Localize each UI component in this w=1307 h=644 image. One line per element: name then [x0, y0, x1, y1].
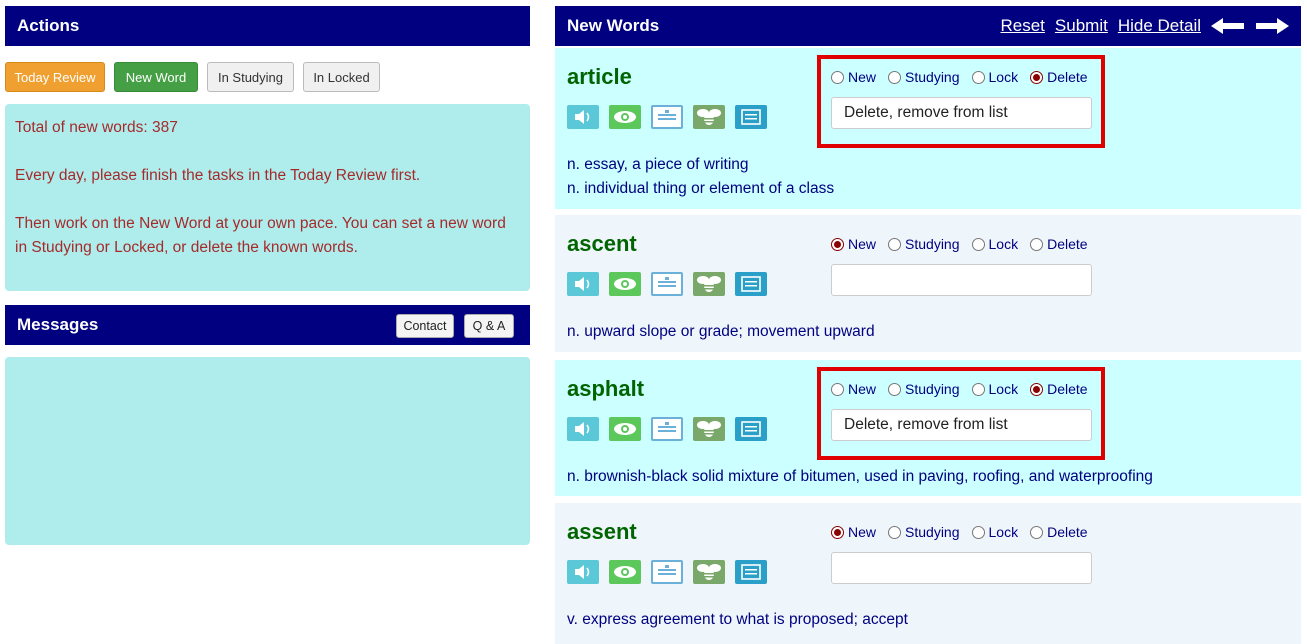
radio-circle[interactable] — [971, 525, 985, 539]
speaker-icon[interactable] — [567, 560, 599, 584]
bee-icon[interactable] — [693, 417, 725, 441]
word-card: asphalt New Studying Lock Delete Delete, remo… — [555, 360, 1301, 496]
note-input[interactable] — [831, 552, 1092, 584]
bee-icon[interactable] — [693, 272, 725, 296]
radio-circle[interactable] — [831, 525, 844, 539]
info-panel: Total of new words: 387 Every day, pleas… — [5, 104, 530, 291]
eye-icon[interactable] — [609, 272, 641, 296]
card-icon[interactable] — [651, 417, 683, 441]
radio-circle[interactable] — [971, 237, 985, 251]
contact-button[interactable]: Contact — [396, 314, 454, 338]
word-card: article New Studying Lock Delete Delete, remo… — [555, 48, 1301, 209]
definition-text: n. essay, a piece of writing — [567, 156, 749, 173]
qa-button[interactable]: Q & A — [464, 314, 514, 338]
word-title[interactable]: assent — [567, 519, 637, 545]
status-radio-lock[interactable]: Lock — [971, 524, 1019, 540]
arrow-left-icon[interactable] — [1211, 16, 1245, 36]
speaker-icon[interactable] — [567, 105, 599, 129]
today-review-button[interactable]: Today Review — [5, 62, 105, 92]
in-locked-button[interactable]: In Locked — [303, 62, 380, 92]
definition-text: n. upward slope or grade; movement upwar… — [567, 323, 875, 340]
status-label: New — [848, 524, 877, 540]
book-icon[interactable] — [735, 272, 767, 296]
radio-circle[interactable] — [831, 237, 844, 251]
radio-circle[interactable] — [888, 237, 902, 251]
word-title[interactable]: asphalt — [567, 376, 644, 402]
book-icon[interactable] — [735, 417, 767, 441]
note-input[interactable] — [831, 264, 1092, 296]
bee-icon[interactable] — [693, 105, 725, 129]
speaker-icon[interactable] — [567, 417, 599, 441]
new-words-header: New Words Reset Submit Hide Detail — [555, 6, 1301, 46]
new-word-button[interactable]: New Word — [114, 62, 198, 92]
actions-header: Actions — [5, 6, 530, 46]
status-radio-lock[interactable]: Lock — [971, 236, 1019, 252]
status-radio-new[interactable]: New — [831, 236, 876, 252]
word-card: assent New Studying Lock Delete v. express ag… — [555, 503, 1301, 644]
status-radio-new[interactable]: New — [831, 524, 876, 540]
status-radio-delete[interactable]: Delete — [1030, 524, 1088, 540]
status-radio-studying[interactable]: Studying — [888, 236, 960, 252]
definition-text: n. individual thing or element of a clas… — [567, 180, 835, 197]
book-icon[interactable] — [735, 105, 767, 129]
card-icon[interactable] — [651, 105, 683, 129]
speaker-icon[interactable] — [567, 272, 599, 296]
instruction-text-1: Every day, please finish the tasks in th… — [15, 167, 421, 184]
reset-link[interactable]: Reset — [1001, 16, 1045, 36]
status-radio-delete[interactable]: Delete — [1030, 236, 1088, 252]
radio-circle[interactable] — [888, 525, 902, 539]
card-icon[interactable] — [651, 560, 683, 584]
radio-circle[interactable] — [1030, 525, 1044, 539]
word-card: ascent New Studying Lock Delete n. upward slo… — [555, 215, 1301, 352]
instruction-text-2: Then work on the New Word at your own pa… — [15, 215, 506, 256]
word-title[interactable]: ascent — [567, 231, 637, 257]
status-label: Studying — [905, 524, 960, 540]
highlight-box — [817, 55, 1105, 148]
radio-circle[interactable] — [1030, 237, 1044, 251]
bee-icon[interactable] — [693, 560, 725, 584]
book-icon[interactable] — [735, 560, 767, 584]
status-label: Lock — [988, 524, 1019, 540]
definition-text: v. express agreement to what is proposed… — [567, 611, 908, 628]
status-label: Lock — [988, 236, 1019, 252]
submit-link[interactable]: Submit — [1055, 16, 1108, 36]
status-label: Studying — [905, 236, 960, 252]
messages-title: Messages — [17, 315, 99, 334]
status-label: Delete — [1047, 236, 1088, 252]
hide-detail-link[interactable]: Hide Detail — [1118, 16, 1201, 36]
new-words-title: New Words — [567, 16, 660, 35]
eye-icon[interactable] — [609, 560, 641, 584]
status-label: New — [848, 236, 877, 252]
actions-title: Actions — [17, 16, 80, 35]
arrow-right-icon[interactable] — [1255, 16, 1289, 36]
eye-icon[interactable] — [609, 417, 641, 441]
highlight-box — [817, 367, 1105, 460]
word-title[interactable]: article — [567, 64, 632, 90]
definition-text: n. brownish-black solid mixture of bitum… — [567, 468, 1153, 485]
in-studying-button[interactable]: In Studying — [207, 62, 294, 92]
status-label: Delete — [1047, 524, 1088, 540]
total-words-text: Total of new words: 387 — [15, 119, 178, 136]
messages-panel — [5, 357, 530, 545]
card-icon[interactable] — [651, 272, 683, 296]
status-radio-studying[interactable]: Studying — [888, 524, 960, 540]
eye-icon[interactable] — [609, 105, 641, 129]
